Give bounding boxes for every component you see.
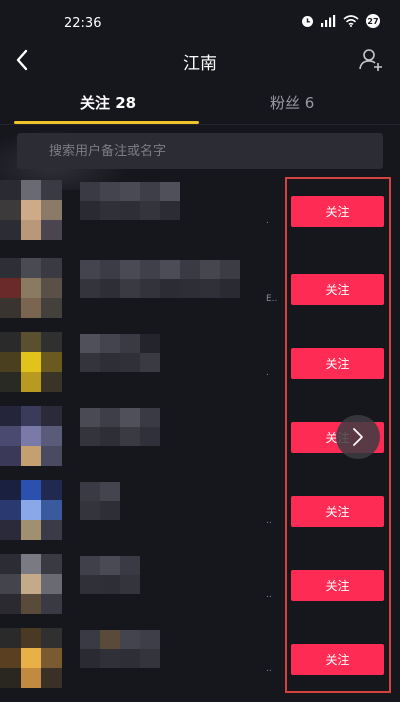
user-row: . 关注 bbox=[0, 180, 400, 254]
avatar bbox=[0, 258, 62, 318]
user-row: . 关注 bbox=[0, 332, 400, 406]
tab-following[interactable]: 关注 28 bbox=[80, 92, 136, 113]
follow-button[interactable]: 关注 bbox=[291, 196, 384, 227]
follow-button[interactable]: 关注 bbox=[291, 570, 384, 601]
add-user-icon[interactable] bbox=[358, 47, 384, 73]
page-title: 江南 bbox=[183, 54, 217, 74]
avatar bbox=[0, 332, 62, 392]
signal-icon bbox=[321, 15, 336, 27]
tab-divider bbox=[0, 124, 400, 125]
blurred-name bbox=[80, 408, 160, 446]
avatar bbox=[0, 180, 62, 240]
avatar bbox=[0, 480, 62, 540]
search-box bbox=[17, 133, 383, 169]
status-bar: 22:36 27 bbox=[0, 0, 400, 44]
name-suffix: . bbox=[266, 368, 269, 378]
status-time: 22:36 bbox=[64, 16, 102, 31]
wifi-icon bbox=[343, 15, 359, 27]
blurred-name bbox=[80, 482, 120, 520]
avatar bbox=[0, 554, 62, 614]
status-icons: 27 bbox=[301, 14, 380, 28]
battery-icon: 27 bbox=[366, 14, 380, 28]
tabs: 关注 28 粉丝 6 bbox=[0, 86, 400, 126]
avatar bbox=[0, 628, 62, 688]
follow-button[interactable]: 关注 bbox=[291, 644, 384, 675]
follow-button[interactable]: 关注 bbox=[291, 274, 384, 305]
user-row: .. 关注 bbox=[0, 480, 400, 554]
name-suffix: E.. bbox=[266, 294, 278, 304]
alarm-icon bbox=[302, 15, 313, 27]
chevron-right-icon bbox=[353, 428, 363, 446]
name-suffix: .. bbox=[266, 516, 272, 526]
name-suffix: . bbox=[266, 216, 269, 226]
search-input[interactable] bbox=[17, 133, 383, 169]
name-suffix: .. bbox=[266, 664, 272, 674]
blurred-name bbox=[80, 630, 160, 668]
floating-next-button[interactable] bbox=[336, 415, 380, 459]
user-row: .. 关注 bbox=[0, 628, 400, 702]
blurred-name bbox=[80, 182, 180, 220]
blurred-name bbox=[80, 556, 140, 594]
nav-bar: 江南 bbox=[0, 44, 400, 76]
blurred-name bbox=[80, 334, 160, 372]
user-row: E.. 关注 bbox=[0, 258, 400, 332]
tab-fans[interactable]: 粉丝 6 bbox=[270, 92, 314, 113]
avatar bbox=[0, 406, 62, 466]
user-row: .. 关注 bbox=[0, 554, 400, 628]
follow-button[interactable]: 关注 bbox=[291, 496, 384, 527]
name-suffix: .. bbox=[266, 590, 272, 600]
blurred-name bbox=[80, 260, 240, 298]
follow-button[interactable]: 关注 bbox=[291, 348, 384, 379]
